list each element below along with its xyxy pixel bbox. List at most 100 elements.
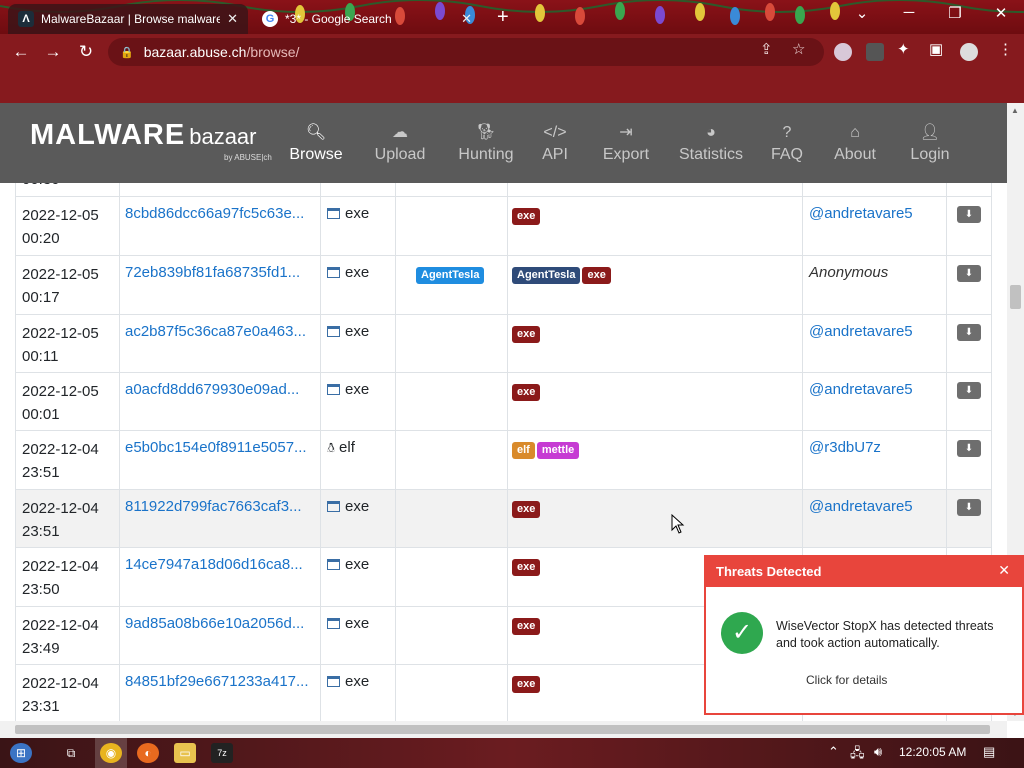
firefox-icon[interactable]: ◐ bbox=[137, 743, 159, 763]
reporter-link[interactable]: @andretavare5 bbox=[802, 315, 946, 372]
back-arrow-icon[interactable]: ← bbox=[10, 42, 32, 62]
nav-login[interactable]: 👤︎ Login bbox=[892, 123, 968, 164]
taskbar-clock[interactable]: 12:20:05 AM bbox=[899, 745, 966, 759]
cloud-download-icon[interactable]: ⬇ bbox=[957, 265, 981, 282]
horizontal-scrollbar[interactable] bbox=[0, 721, 1007, 738]
sha256-link[interactable]: a0acfd8dd679930e09ad... bbox=[119, 373, 320, 430]
nav-hunting[interactable]: 🐕︎ Hunting bbox=[448, 123, 524, 164]
notifications-icon[interactable]: ▤ bbox=[983, 744, 995, 760]
tab-search-chevron-icon[interactable]: ⌄ bbox=[848, 4, 876, 22]
tag-badge[interactable]: exe bbox=[512, 384, 541, 401]
bookmark-star-icon[interactable]: ☆ bbox=[792, 40, 805, 58]
signature-cell: AgentTesla bbox=[395, 256, 507, 314]
sha256-link[interactable]: 14ce7947a18d06d16ca8... bbox=[119, 548, 320, 606]
new-tab-button[interactable]: + bbox=[497, 6, 509, 29]
close-tab-icon[interactable]: ✕ bbox=[461, 11, 472, 27]
tray-chevron-icon[interactable]: ⌃ bbox=[828, 744, 839, 760]
details-link[interactable]: Click for details bbox=[806, 673, 887, 687]
reporter-cell bbox=[802, 183, 946, 196]
forward-arrow-icon[interactable]: → bbox=[42, 42, 64, 62]
chrome-icon[interactable]: ◉ bbox=[100, 743, 122, 763]
tab-malwarebazaar[interactable]: Λ MalwareBazaar | Browse malware ✕ bbox=[8, 4, 248, 34]
tag-badge[interactable]: exe bbox=[512, 676, 541, 693]
tab-google-search[interactable]: G *3* - Google Search ✕ bbox=[252, 4, 482, 34]
profile-avatar-icon[interactable] bbox=[960, 43, 978, 61]
file-explorer-icon[interactable]: ▭ bbox=[174, 743, 196, 763]
share-icon[interactable]: ⇪ bbox=[760, 40, 773, 58]
reporter-link[interactable]: @andretavare5 bbox=[802, 490, 946, 547]
cloud-download-icon[interactable]: ⬇ bbox=[957, 440, 981, 457]
sha256-link[interactable]: 84851bf29e6671233a417... bbox=[119, 665, 320, 721]
cloud-download-icon[interactable]: ⬇ bbox=[957, 206, 981, 223]
task-view-icon[interactable]: ⧉ bbox=[60, 743, 82, 763]
nav-statistics[interactable]: ◕ Statistics bbox=[673, 123, 749, 164]
tag-badge[interactable]: elf bbox=[512, 442, 535, 459]
signature-cell bbox=[395, 183, 507, 196]
volume-icon[interactable]: 🔊︎ bbox=[874, 744, 882, 760]
site-logo[interactable]: MALWARE bazaar bbox=[30, 119, 257, 152]
extension-s-icon[interactable] bbox=[866, 43, 884, 61]
tag-badge[interactable]: AgentTesla bbox=[512, 267, 581, 284]
tags-cell: AgentTesla exe bbox=[507, 256, 802, 314]
nav-export[interactable]: ⇥ Export bbox=[588, 123, 664, 164]
tags-cell: exe bbox=[507, 197, 802, 255]
tag-badge[interactable]: exe bbox=[512, 618, 541, 635]
sha256-link[interactable]: e5b0bc154e0f8911e5057... bbox=[119, 431, 320, 489]
code-icon: </> bbox=[543, 124, 567, 141]
date-cell: 2022-12-05 00:17 bbox=[15, 256, 119, 314]
close-window-icon[interactable]: ✕ bbox=[987, 4, 1015, 22]
tag-badge[interactable]: exe bbox=[582, 267, 611, 284]
nav-api[interactable]: </> API bbox=[517, 123, 593, 164]
network-icon[interactable]: 🖧︎ bbox=[850, 744, 865, 766]
tags-cell: exe bbox=[507, 315, 802, 372]
extensions-puzzle-icon[interactable]: ✦ bbox=[897, 40, 910, 58]
start-button-icon[interactable]: ⊞ bbox=[10, 743, 32, 763]
table-row: 2022-12-04 23:51 e5b0bc154e0f8911e5057...… bbox=[15, 430, 992, 489]
extension-flag-icon[interactable] bbox=[834, 43, 852, 61]
sha256-link[interactable]: ac2b87f5c36ca87e0a463... bbox=[119, 315, 320, 372]
signature-cell bbox=[395, 665, 507, 721]
date-cell: 2022-12-04 23:50 bbox=[15, 548, 119, 606]
tag-badge[interactable]: exe bbox=[512, 559, 541, 576]
reporter-link[interactable]: @andretavare5 bbox=[802, 373, 946, 430]
signature-badge[interactable]: AgentTesla bbox=[416, 267, 485, 284]
sha256-link[interactable]: 811922d799fac7663caf3... bbox=[119, 490, 320, 547]
tag-badge[interactable]: exe bbox=[512, 326, 541, 343]
window-file-icon bbox=[327, 384, 340, 395]
hash-cell bbox=[119, 183, 320, 196]
scrollbar-thumb[interactable] bbox=[15, 725, 990, 734]
tab-title: *3* - Google Search bbox=[285, 12, 392, 26]
reporter-link[interactable]: @andretavare5 bbox=[802, 197, 946, 255]
scrollbar-thumb[interactable] bbox=[1010, 285, 1021, 309]
sha256-link[interactable]: 72eb839bf81fa68735fd1... bbox=[119, 256, 320, 314]
address-bar[interactable]: 🔒 bazaar.abuse.ch/browse/ bbox=[108, 38, 824, 66]
nav-about[interactable]: ⌂ About bbox=[817, 123, 893, 164]
tag-badge[interactable]: exe bbox=[512, 501, 541, 518]
minimize-icon[interactable]: ─ bbox=[895, 4, 923, 21]
reporter-link[interactable]: @r3dbU7z bbox=[802, 431, 946, 489]
sha256-link[interactable]: 8cbd86dcc66a97fc5c63e... bbox=[119, 197, 320, 255]
threats-detected-notification[interactable]: Threats Detected ✕ ✓ WiseVector StopX ha… bbox=[704, 555, 1024, 715]
nav-browse[interactable]: 🔍︎ Browse bbox=[278, 123, 354, 164]
cloud-download-icon[interactable]: ⬇ bbox=[957, 382, 981, 399]
close-icon[interactable]: ✕ bbox=[998, 562, 1010, 579]
cloud-download-icon[interactable]: ⬇ bbox=[957, 499, 981, 516]
signature-cell bbox=[395, 315, 507, 372]
nav-upload[interactable]: ☁ Upload bbox=[362, 123, 438, 164]
google-favicon-icon: G bbox=[262, 11, 278, 27]
download-cell: ⬇ bbox=[946, 315, 992, 372]
close-tab-icon[interactable]: ✕ bbox=[227, 11, 238, 27]
nav-faq[interactable]: ? FAQ bbox=[749, 123, 825, 164]
sha256-link[interactable]: 9ad85a08b66e10a2056d... bbox=[119, 607, 320, 664]
reload-icon[interactable]: ↻ bbox=[75, 42, 97, 62]
7zip-icon[interactable]: 7z bbox=[211, 743, 233, 763]
type-cell: exe bbox=[320, 490, 395, 547]
side-panel-icon[interactable]: ▣ bbox=[929, 40, 943, 58]
cloud-download-icon[interactable]: ⬇ bbox=[957, 324, 981, 341]
download-cell: ⬇ bbox=[946, 197, 992, 255]
menu-kebab-icon[interactable]: ⋮ bbox=[998, 40, 1013, 58]
tag-badge[interactable]: mettle bbox=[536, 442, 580, 459]
scroll-up-icon[interactable]: ▲ bbox=[1011, 106, 1019, 115]
restore-icon[interactable]: ❐ bbox=[941, 4, 969, 22]
tag-badge[interactable]: exe bbox=[512, 208, 541, 225]
